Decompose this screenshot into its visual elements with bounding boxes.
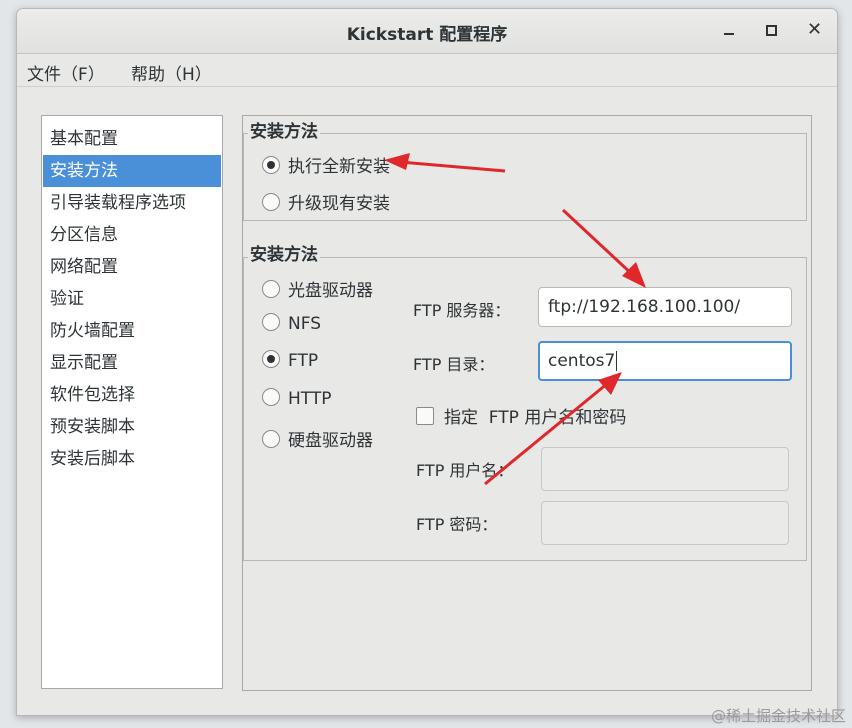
maximize-button[interactable]	[759, 19, 783, 43]
window-title: Kickstart 配置程序	[346, 25, 508, 45]
radio-button	[262, 280, 280, 298]
radio-button	[262, 156, 280, 174]
ftp-username-input[interactable]	[541, 447, 789, 491]
ftp-directory-input[interactable]: centos7	[538, 341, 792, 381]
checkbox	[416, 407, 434, 425]
maximize-icon	[766, 25, 777, 36]
close-button[interactable]: ✕	[803, 19, 827, 43]
sidebar-item-post-script[interactable]: 安装后脚本	[43, 443, 221, 475]
ftp-credentials-checkbox[interactable]: 指定 FTP 用户名和密码	[416, 403, 626, 428]
radio-nfs[interactable]: NFS	[262, 313, 321, 334]
sidebar-item-firewall[interactable]: 防火墙配置	[43, 315, 221, 347]
radio-button	[262, 313, 280, 331]
radio-harddrive[interactable]: 硬盘驱动器	[262, 426, 373, 451]
radio-http[interactable]: HTTP	[262, 388, 332, 409]
radio-label: NFS	[288, 314, 321, 334]
sidebar-item-bootloader[interactable]: 引导装载程序选项	[43, 187, 221, 219]
checkbox-label: 指定 FTP 用户名和密码	[444, 408, 627, 428]
radio-fresh-install[interactable]: 执行全新安装	[262, 152, 390, 177]
install-method-title: 安装方法	[248, 240, 320, 265]
sidebar-item-display[interactable]: 显示配置	[43, 347, 221, 379]
sidebar-item-packages[interactable]: 软件包选择	[43, 379, 221, 411]
ftp-username-label: FTP 用户名：	[416, 461, 514, 480]
radio-upgrade[interactable]: 升级现有安装	[262, 189, 390, 214]
sidebar-item-network[interactable]: 网络配置	[43, 251, 221, 283]
radio-label: 执行全新安装	[288, 157, 390, 177]
minimize-button[interactable]	[717, 19, 741, 43]
radio-label: FTP	[288, 351, 319, 371]
radio-label: 硬盘驱动器	[288, 431, 373, 451]
sidebar-item-install-method[interactable]: 安装方法	[43, 155, 221, 187]
minimize-icon	[724, 33, 734, 35]
close-icon: ✕	[807, 19, 823, 40]
radio-label: HTTP	[288, 389, 332, 409]
watermark: @稀土掘金技术社区	[710, 707, 846, 725]
ftp-server-input[interactable]: ftp://192.168.100.100/	[538, 287, 792, 327]
menu-help[interactable]: 帮助（H）	[131, 60, 212, 85]
radio-button	[262, 388, 280, 406]
radio-cdrom[interactable]: 光盘驱动器	[262, 276, 373, 301]
ftp-server-label: FTP 服务器：	[413, 301, 511, 320]
radio-button	[262, 430, 280, 448]
ftp-password-input[interactable]	[541, 501, 789, 545]
menu-file[interactable]: 文件（F）	[27, 60, 105, 85]
radio-button	[262, 350, 280, 368]
radio-button	[262, 193, 280, 211]
install-type-title: 安装方法	[248, 117, 320, 142]
ftp-password-label: FTP 密码：	[416, 515, 498, 534]
sidebar-item-auth[interactable]: 验证	[43, 283, 221, 315]
sidebar-item-pre-script[interactable]: 预安装脚本	[43, 411, 221, 443]
menu-bar: 文件（F） 帮助（H）	[17, 54, 837, 87]
radio-label: 升级现有安装	[288, 194, 390, 214]
radio-ftp[interactable]: FTP	[262, 350, 319, 371]
sidebar-item-basic[interactable]: 基本配置	[43, 123, 221, 155]
radio-label: 光盘驱动器	[288, 281, 373, 301]
title-bar[interactable]: Kickstart 配置程序 ✕	[17, 9, 837, 54]
sidebar-item-partition[interactable]: 分区信息	[43, 219, 221, 251]
install-method-panel: 安装方法 执行全新安装 升级现有安装 安装方法 光盘驱动器 NFS FTP HT…	[242, 115, 812, 691]
ftp-directory-label: FTP 目录：	[413, 355, 495, 374]
text-caret	[616, 351, 618, 371]
section-list: 基本配置 安装方法 引导装载程序选项 分区信息 网络配置 验证 防火墙配置 显示…	[41, 115, 223, 689]
kickstart-window: Kickstart 配置程序 ✕ 文件（F） 帮助（H） 基本配置 安装方法 引…	[16, 8, 838, 716]
